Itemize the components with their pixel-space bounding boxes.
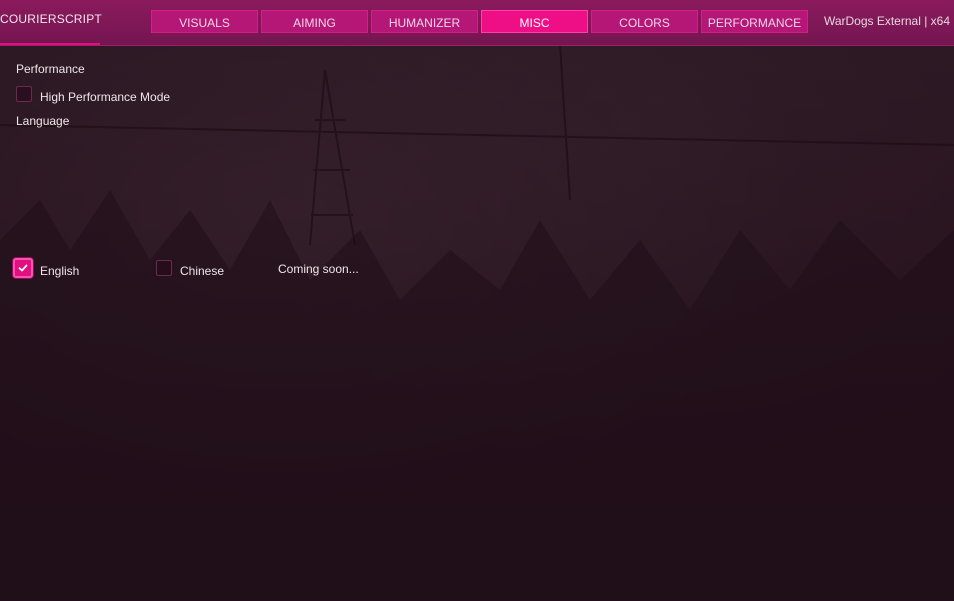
high-performance-mode-checkbox[interactable] — [16, 86, 32, 102]
checkmark-icon — [18, 264, 28, 272]
brand-tab[interactable]: COURIERSCRIPT — [0, 0, 102, 45]
tab-humanizer[interactable]: HUMANIZER — [371, 10, 478, 33]
chinese-checkbox[interactable] — [156, 260, 172, 276]
tab-visuals[interactable]: VISUALS — [151, 10, 258, 33]
language-section-label: Language — [16, 114, 70, 128]
english-checkbox[interactable] — [13, 258, 33, 278]
tab-aiming[interactable]: AIMING — [261, 10, 368, 33]
performance-section-label: Performance — [16, 62, 85, 76]
coming-soon-label: Coming soon... — [278, 262, 359, 276]
header-bar: COURIERSCRIPT VISUALS AIMING HUMANIZER M… — [0, 0, 954, 46]
chinese-label: Chinese — [180, 264, 225, 278]
high-performance-mode-label: High Performance Mode — [40, 90, 171, 104]
tab-misc[interactable]: MISC — [481, 10, 588, 33]
tab-performance[interactable]: PERFORMANCE — [701, 10, 808, 33]
english-label: English — [40, 264, 80, 278]
window-title: WarDogs External | x64 — [823, 14, 950, 28]
app-window: COURIERSCRIPT VISUALS AIMING HUMANIZER M… — [0, 0, 954, 601]
tab-colors[interactable]: COLORS — [591, 10, 698, 33]
